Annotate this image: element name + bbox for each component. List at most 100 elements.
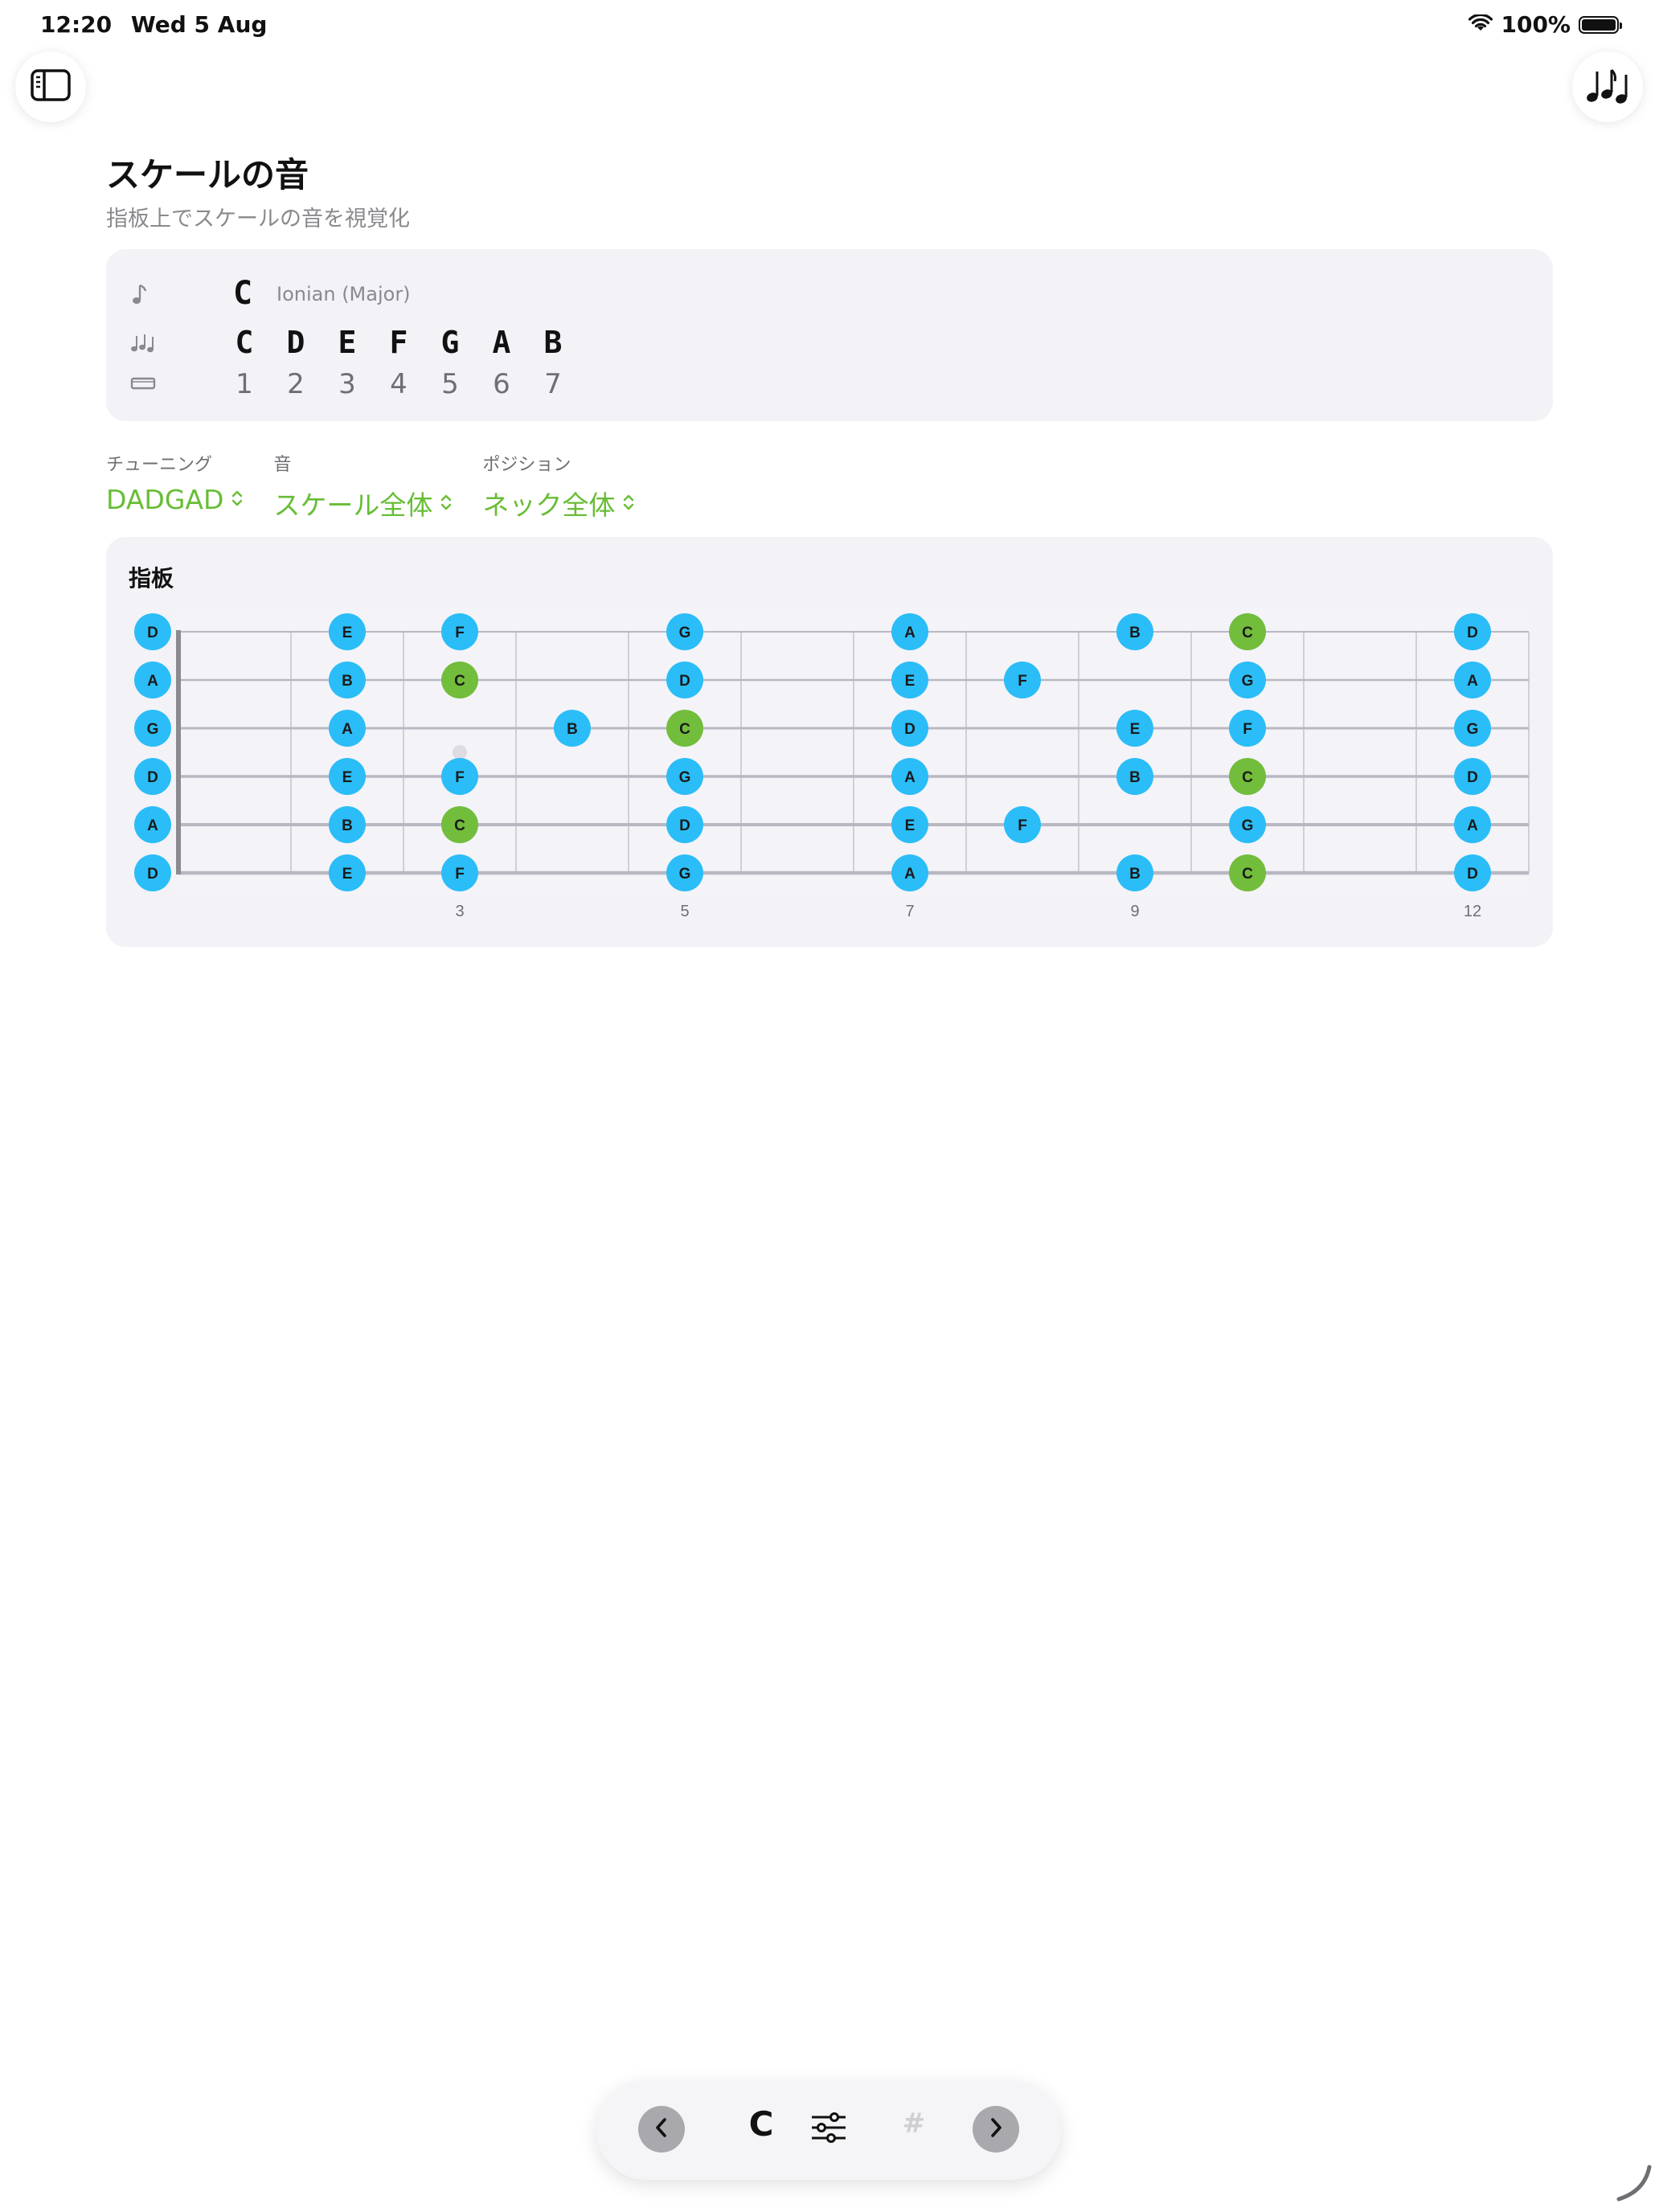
status-time-text: 12:20 — [40, 11, 113, 38]
note-marker-label: D — [147, 866, 158, 883]
notes-value: スケール全体 — [273, 490, 433, 521]
note-marker-label: C — [454, 673, 465, 690]
battery-percent: 100% — [1501, 11, 1571, 38]
scale-degree: 7 — [544, 368, 562, 400]
note-marker-label: G — [679, 866, 691, 883]
scale-note: D — [286, 325, 305, 360]
notes-selector[interactable]: 音 スケール全体 — [273, 450, 453, 522]
note-marker-label: B — [1129, 769, 1141, 786]
fret-number-label: 5 — [680, 903, 689, 920]
note-marker-label: D — [904, 721, 916, 738]
fretboard: D E F G A B C D A B C D E F G A G A B C D E F G D E F G A B C D A B C D E F G A… — [134, 608, 1530, 920]
sharp-icon: # — [902, 2108, 926, 2140]
music-menu-button[interactable] — [1572, 51, 1643, 122]
fret-inlay-dot — [453, 745, 467, 760]
scale-degree: 1 — [236, 368, 253, 400]
tuning-value: DADGAD — [106, 484, 224, 515]
sidebar-toggle-button[interactable] — [15, 51, 86, 122]
music-notes-icon — [1585, 67, 1630, 107]
note-marker-label: E — [1130, 721, 1141, 738]
note-marker-label: C — [1242, 625, 1253, 641]
scroll-indicator-icon — [1612, 2162, 1653, 2206]
status-time: 12:20 Wed 5 Aug — [40, 11, 267, 38]
note-marker-label: F — [455, 866, 465, 883]
note-marker-label: E — [342, 769, 353, 786]
note-marker-label: A — [147, 817, 158, 834]
note-marker-label: C — [454, 817, 465, 834]
battery-icon — [1579, 15, 1622, 34]
note-marker-label: D — [1467, 625, 1478, 641]
chevron-right-icon — [985, 2116, 1006, 2143]
scale-notes: C D E F G A B — [219, 325, 579, 360]
note-marker-label: B — [567, 721, 578, 738]
chevron-up-down-icon — [230, 484, 244, 515]
note-marker-label: A — [904, 625, 916, 641]
note-marker-label: E — [905, 673, 916, 690]
scale-degree: 4 — [390, 368, 408, 400]
fret-number-label: 12 — [1464, 903, 1481, 920]
note-marker-label: G — [1242, 817, 1254, 834]
scale-degree: 6 — [493, 368, 510, 400]
scale-note: C — [235, 325, 254, 360]
scale-note: B — [543, 325, 563, 360]
next-key-button[interactable] — [973, 2106, 1019, 2153]
note-marker-label: A — [1467, 817, 1478, 834]
note-marker-label: D — [1467, 866, 1478, 883]
scale-note: A — [492, 325, 511, 360]
sidebar-toggle-icon — [30, 68, 72, 105]
note-marker-label: D — [147, 625, 158, 641]
sharp-toggle-button[interactable]: # — [894, 2108, 934, 2140]
scale-info-card: C Ionian (Major) C D E F G A B 1 2 3 4 5… — [106, 249, 1553, 421]
note-marker-label: B — [342, 817, 353, 834]
page-subtitle: 指板上でスケールの音を視覚化 — [106, 207, 410, 231]
sliders-icon — [809, 2112, 849, 2151]
chevron-left-icon — [651, 2116, 672, 2143]
scale-degrees: 1 2 3 4 5 6 7 — [219, 368, 579, 400]
music-notes-icon — [129, 330, 158, 354]
position-selector[interactable]: ポジション ネック全体 — [482, 450, 636, 522]
note-marker-label: A — [147, 673, 158, 690]
wifi-icon — [1469, 11, 1493, 38]
scale-degree: 3 — [338, 368, 356, 400]
fretboard-card: 指板 DEFGABCDABCDEFGAGABCDEFGDEFGABCDABCDE… — [106, 537, 1553, 947]
note-marker-label: F — [455, 769, 465, 786]
chevron-up-down-icon — [621, 488, 636, 519]
settings-button[interactable] — [809, 2108, 849, 2151]
notes-label: 音 — [273, 455, 292, 475]
scale-note: E — [338, 325, 357, 360]
note-marker-label: G — [679, 625, 691, 641]
root-note: C — [233, 275, 253, 312]
note-marker-label: A — [904, 866, 916, 883]
fret-number-label: 3 — [455, 903, 464, 920]
note-marker-label: F — [1018, 817, 1027, 834]
note-marker-label: G — [679, 769, 691, 786]
note-marker-label: F — [455, 625, 465, 641]
scale-degree: 5 — [441, 368, 459, 400]
scale-degree: 2 — [287, 368, 305, 400]
chevron-up-down-icon — [439, 488, 453, 519]
fret-number-label: 9 — [1130, 903, 1139, 920]
note-marker-label: E — [342, 866, 353, 883]
ruler-icon — [129, 371, 158, 395]
note-marker-label: G — [147, 721, 159, 738]
note-marker-label: D — [1467, 769, 1478, 786]
mode-name: Ionian (Major) — [276, 283, 411, 305]
note-marker-label: C — [679, 721, 690, 738]
selector-row: チューニング DADGAD 音 スケール全体 ポジション ネック全体 — [106, 450, 636, 522]
note-marker-label: G — [1467, 721, 1479, 738]
note-marker-label: B — [1129, 866, 1141, 883]
scale-note: G — [440, 325, 460, 360]
scale-note: F — [389, 325, 408, 360]
tuning-selector[interactable]: チューニング DADGAD — [106, 450, 244, 522]
current-key-button[interactable]: C — [733, 2104, 789, 2144]
status-date-text: Wed 5 Aug — [130, 11, 268, 38]
note-marker-label: A — [904, 769, 916, 786]
note-marker-label: C — [1242, 866, 1253, 883]
note-marker-label: F — [1243, 721, 1252, 738]
fret-number-label: 7 — [905, 903, 914, 920]
note-marker-label: E — [342, 625, 353, 641]
note-marker-label: A — [342, 721, 353, 738]
note-marker-label: G — [1242, 673, 1254, 690]
previous-key-button[interactable] — [638, 2106, 685, 2153]
note-marker-label: A — [1467, 673, 1478, 690]
